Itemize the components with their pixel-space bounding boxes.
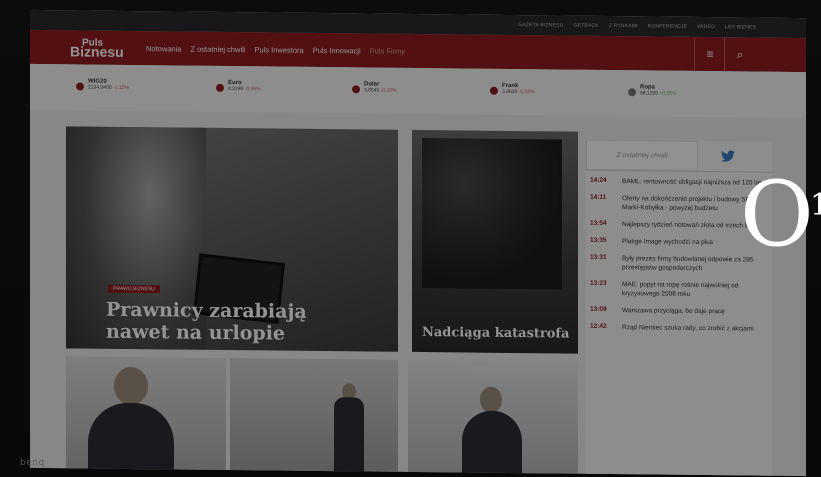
hero-article[interactable]: PRAWO BIZNESU Prawnicy zarabiają nawet n… — [66, 126, 398, 352]
feed-time: 13:31 — [590, 253, 607, 261]
menu-button[interactable]: ≡ — [694, 36, 725, 72]
top-link[interactable]: GAZETA BIZNESU — [518, 22, 563, 28]
search-button[interactable]: ⌕ — [724, 37, 755, 72]
top-link[interactable]: WIDEO — [697, 24, 715, 30]
ticker-change: +0,65% — [659, 90, 677, 97]
arrow-down-icon — [490, 86, 498, 95]
quotes-ticker: WIG20 2134,0400 -1,15% Euro 4,3190 -0,05… — [30, 63, 806, 119]
ticker-change: -0,05% — [244, 86, 261, 93]
top-link[interactable]: Z RYNKAMI — [609, 23, 638, 29]
overlay-letter-small: 1 — [810, 188, 821, 223]
feed-time: 12:42 — [590, 322, 607, 330]
article-photo — [422, 138, 562, 290]
ticker-change: -1,15% — [113, 84, 129, 91]
feed-headline[interactable]: Warszawa przyciąga, bo daje pracę — [622, 306, 762, 316]
secondary-headline[interactable]: Nadciąga katastrofa — [422, 325, 569, 342]
hamburger-icon: ≡ — [706, 47, 714, 62]
person-suit — [88, 402, 174, 477]
nav-item-notowania[interactable]: Notowania — [146, 44, 181, 53]
article-tile-2[interactable] — [230, 358, 398, 477]
ticker-item-euro[interactable]: Euro 4,3190 -0,05% — [216, 80, 261, 92]
twitter-icon — [721, 150, 735, 162]
feed-time: 13:54 — [590, 219, 607, 227]
ticker-change: -0,10% — [380, 87, 397, 94]
overlay-letter: O — [740, 162, 814, 267]
arrow-down-icon — [352, 85, 360, 94]
nav-item-puls-innowacji[interactable]: Puls Innowacji — [313, 45, 361, 55]
article-tile-1[interactable] — [66, 356, 226, 477]
feed-time: 13:09 — [590, 305, 607, 313]
search-icon: ⌕ — [736, 46, 744, 61]
ticker-value: 58,1200 — [640, 90, 659, 97]
browser-screen: GAZETA BIZNESU GETBACK Z RYNKAMI KONFERE… — [30, 9, 806, 477]
feed-item[interactable]: 13:23 MAE: popyt na ropę rośnie najwolnie… — [586, 280, 772, 300]
ticker-change: -0,02% — [518, 89, 535, 96]
tab-latest[interactable]: Z ostatniej chwili — [586, 139, 698, 171]
nav-item-puls-inwestora[interactable]: Puls Inwestora — [254, 45, 303, 55]
feed-item[interactable]: 12:42 Rząd Niemiec szuka rady, co zrobić … — [586, 323, 772, 334]
top-link[interactable]: KONFERENCJE — [648, 23, 687, 29]
ticker-item-wig20[interactable]: WIG20 2134,0400 -1,15% — [76, 78, 129, 91]
ticker-value: 3,9630 — [502, 88, 518, 96]
hero-headline[interactable]: Prawnicy zarabiają nawet na urlopie — [106, 299, 366, 346]
feed-item[interactable]: 13:09 Warszawa przyciąga, bo daje pracę — [586, 306, 772, 317]
feed-headline[interactable]: MAE: popyt na ropę rośnie najwolniej od … — [622, 280, 762, 299]
feed-headline[interactable]: Rząd Niemiec szuka rady, co zrobić z akc… — [622, 323, 762, 333]
person-suit — [462, 410, 522, 477]
site-logo[interactable]: Puls Biznesu — [70, 37, 132, 60]
feed-time: 14:11 — [590, 193, 607, 201]
ticker-value: 3,8545 — [364, 87, 380, 94]
arrow-up-icon — [628, 88, 636, 97]
arrow-down-icon — [216, 83, 224, 92]
nav-item-z-ostatniej-chwili[interactable]: Z ostatniej chwili — [190, 44, 245, 54]
top-link[interactable]: GETBACK — [573, 23, 598, 29]
ticker-value: 4,3190 — [228, 86, 244, 93]
ticker-item-frank[interactable]: Frank 3,9630 -0,02% — [490, 83, 535, 95]
feed-time: 13:23 — [590, 279, 607, 287]
logo-line2: Biznesu — [70, 43, 124, 60]
person-head — [480, 386, 502, 413]
article-tile-3[interactable] — [408, 359, 578, 477]
feed-time: 13:35 — [590, 236, 607, 244]
person-head — [114, 366, 148, 406]
ticker-value: 2134,0400 — [88, 84, 112, 91]
secondary-article[interactable]: Nadciąga katastrofa — [412, 129, 578, 354]
nav-item-puls-firmy[interactable]: Puls Firmy — [370, 46, 405, 55]
top-link[interactable]: LEX BIZNES — [725, 24, 756, 30]
person-suit — [334, 397, 364, 477]
ticker-item-dolar[interactable]: Dolar 3,8545 -0,10% — [352, 81, 397, 94]
category-badge[interactable]: PRAWO BIZNESU — [108, 284, 160, 294]
nav-items: Notowania Z ostatniej chwili Puls Inwest… — [146, 44, 405, 56]
feed-time: 14:24 — [590, 176, 607, 184]
ticker-item-ropa[interactable]: Ropa 58,1200 +0,65% — [628, 84, 677, 97]
monitor-brand: benq — [20, 458, 45, 468]
arrow-down-icon — [76, 82, 84, 91]
